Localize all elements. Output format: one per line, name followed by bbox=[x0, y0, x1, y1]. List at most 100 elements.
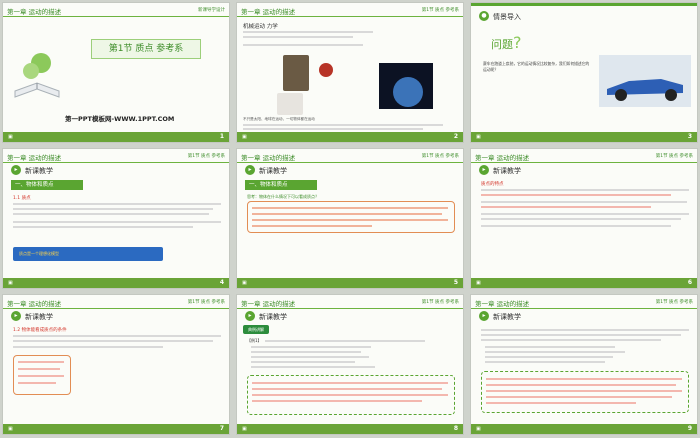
book-icon: ▣ bbox=[476, 134, 481, 140]
text-placeholder bbox=[486, 378, 682, 380]
slide-thumbnail-7[interactable]: 第一章 运动的描述 第1节 质点 参考系 ▸ 新课教学 1.2 物体能看成质点的条… bbox=[2, 294, 230, 435]
analysis-box bbox=[481, 371, 689, 413]
subheading: 1.2 物体能看成质点的条件 bbox=[13, 328, 67, 333]
text-placeholder bbox=[485, 351, 625, 353]
teaching-icon: ▸ bbox=[479, 165, 489, 175]
text-placeholder bbox=[481, 329, 689, 331]
chapter-label: 第一章 运动的描述 bbox=[241, 8, 296, 16]
header-right-label: 第1节 质点 参考系 bbox=[187, 154, 225, 159]
question-mark-icon: ? bbox=[513, 33, 522, 52]
slide-thumbnail-grid: 第一章 运动的描述 新课导学设计 第1节 质点 参考系 第一PPT模板网-WWW.… bbox=[2, 2, 698, 436]
book-icon: ▣ bbox=[242, 134, 247, 140]
slide-thumbnail-9[interactable]: 第一章 运动的描述 第1节 质点 参考系 ▸ 新课教学 ▣ 9 bbox=[470, 294, 698, 435]
text-placeholder bbox=[13, 221, 221, 223]
text-placeholder bbox=[252, 225, 372, 227]
chapter-label: 第一章 运动的描述 bbox=[7, 300, 62, 308]
text-placeholder bbox=[13, 340, 213, 342]
question-text: 思考：物体在什么情况下可以看成质点？ bbox=[247, 194, 319, 199]
book-icon: ▣ bbox=[242, 280, 247, 286]
book-icon: ▣ bbox=[8, 134, 13, 140]
text-placeholder bbox=[252, 382, 448, 384]
text-placeholder bbox=[481, 225, 671, 227]
text-placeholder bbox=[251, 356, 369, 358]
slide-thumbnail-2[interactable]: 第一章 运动的描述 第1节 质点 参考系 机械运动 力学 不只是太阳、地球在运动，… bbox=[236, 2, 464, 143]
slide-footer: ▣ 7 bbox=[3, 424, 229, 434]
text-placeholder bbox=[486, 384, 676, 386]
example-list-box bbox=[13, 355, 71, 395]
slide-thumbnail-8[interactable]: 第一章 运动的描述 第1节 质点 参考系 ▸ 新课教学 典例讲解 【例1】 ▣ 8 bbox=[236, 294, 464, 435]
text-placeholder bbox=[251, 346, 371, 348]
body-text: 赛车在跑道上疾驰，它的运动情况比较复杂，我们如何描述它的运动呢？ bbox=[483, 61, 590, 72]
book-icon: ▣ bbox=[476, 426, 481, 432]
book-icon: ▣ bbox=[8, 426, 13, 432]
chapter-label: 第一章 运动的描述 bbox=[241, 300, 296, 308]
slide-thumbnail-4[interactable]: 第一章 运动的描述 第1节 质点 参考系 ▸ 新课教学 一、物体和质点 1.1 质… bbox=[2, 148, 230, 289]
topic-bar: 一、物体和质点 bbox=[245, 180, 317, 190]
text-placeholder bbox=[243, 124, 443, 126]
text-placeholder bbox=[251, 351, 361, 353]
text-placeholder bbox=[18, 361, 64, 363]
text-placeholder bbox=[486, 396, 672, 398]
text-placeholder bbox=[252, 219, 448, 221]
text-placeholder bbox=[252, 394, 448, 396]
header-right-label: 第1节 质点 参考系 bbox=[187, 300, 225, 305]
text-placeholder bbox=[265, 340, 425, 342]
text-placeholder bbox=[13, 213, 209, 215]
chapter-label: 第一章 运动的描述 bbox=[241, 154, 296, 162]
slide-thumbnail-1[interactable]: 第一章 运动的描述 新课导学设计 第1节 质点 参考系 第一PPT模板网-WWW.… bbox=[2, 2, 230, 143]
text-placeholder bbox=[481, 194, 671, 196]
page-number: 4 bbox=[219, 279, 224, 286]
page-number: 6 bbox=[687, 279, 692, 286]
teaching-icon: ▸ bbox=[11, 311, 21, 321]
open-book-illustration bbox=[11, 51, 63, 101]
slide-footer: ▣ 1 bbox=[3, 132, 229, 142]
text-placeholder bbox=[18, 382, 56, 384]
text-placeholder bbox=[485, 356, 613, 358]
header-right-label: 第1节 质点 参考系 bbox=[421, 154, 459, 159]
analysis-box bbox=[247, 375, 455, 415]
text-placeholder bbox=[481, 201, 687, 203]
slide-header: 第一章 运动的描述 第1节 质点 参考系 bbox=[237, 149, 463, 163]
text-placeholder bbox=[252, 207, 448, 209]
slide-footer: ▣ 5 bbox=[237, 278, 463, 288]
slide-thumbnail-3[interactable]: ● 情景导入 问题? 赛车在跑道上疾驰，它的运动情况比较复杂，我们如何描述它的运… bbox=[470, 2, 698, 143]
section-title: 新课教学 bbox=[25, 167, 53, 175]
slide-header: 第一章 运动的描述 第1节 质点 参考系 bbox=[471, 149, 697, 163]
question-text: 问题 bbox=[491, 38, 513, 51]
header-right-label: 第1节 质点 参考系 bbox=[655, 300, 693, 305]
section-title: 新课教学 bbox=[493, 167, 521, 175]
subheading: 1.1 质点 bbox=[13, 196, 31, 201]
page-number: 2 bbox=[453, 133, 458, 140]
highlight-note-box: 质点是一个理想化模型 bbox=[13, 247, 163, 261]
question-label: 问题? bbox=[491, 33, 522, 52]
slide-thumbnail-6[interactable]: 第一章 运动的描述 第1节 质点 参考系 ▸ 新课教学 质点的特点 ▣ 6 bbox=[470, 148, 698, 289]
slide-header: 第一章 运动的描述 第1节 质点 参考系 bbox=[471, 295, 697, 309]
teaching-icon: ▸ bbox=[479, 311, 489, 321]
text-placeholder bbox=[485, 361, 605, 363]
teaching-icon: ▸ bbox=[245, 311, 255, 321]
text-placeholder bbox=[243, 44, 363, 46]
text-placeholder bbox=[243, 31, 373, 33]
chapter-label: 第一章 运动的描述 bbox=[7, 154, 62, 162]
teaching-icon: ▸ bbox=[11, 165, 21, 175]
book-icon: ▣ bbox=[8, 280, 13, 286]
site-label: 第一PPT模板网-WWW.1PPT.COM bbox=[65, 115, 175, 123]
note-text: 质点是一个理想化模型 bbox=[19, 251, 59, 256]
slide-caption: 不只是太阳、地球在运动，一切物体都在运动 bbox=[243, 117, 315, 121]
text-placeholder bbox=[486, 390, 682, 392]
text-placeholder bbox=[243, 128, 423, 130]
page-number: 9 bbox=[687, 425, 692, 432]
slide-header: 第一章 运动的描述 第1节 质点 参考系 bbox=[3, 295, 229, 309]
page-number: 3 bbox=[687, 133, 692, 140]
page-number: 7 bbox=[219, 425, 224, 432]
slide-thumbnail-5[interactable]: 第一章 运动的描述 第1节 质点 参考系 ▸ 新课教学 一、物体和质点 思考：物体… bbox=[236, 148, 464, 289]
slide-footer: ▣ 8 bbox=[237, 424, 463, 434]
header-right-label: 第1节 质点 参考系 bbox=[421, 300, 459, 305]
section-title: 新课教学 bbox=[25, 313, 53, 321]
teaching-icon: ▸ bbox=[245, 165, 255, 175]
earth-space-image bbox=[379, 63, 433, 109]
scientist-portrait bbox=[283, 55, 309, 91]
example-label: 【例1】 bbox=[247, 338, 262, 343]
text-placeholder bbox=[243, 36, 353, 38]
section-title: 新课教学 bbox=[259, 167, 287, 175]
